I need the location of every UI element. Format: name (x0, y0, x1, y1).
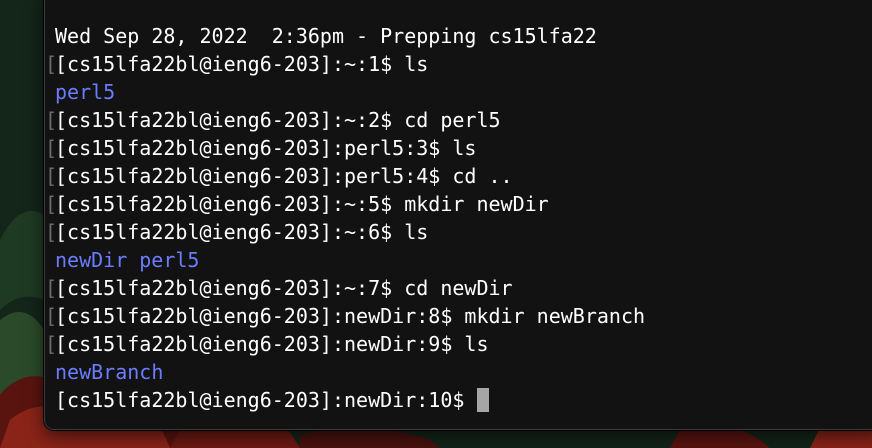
command-text: cd newDir (404, 276, 513, 300)
line-marker: [ (45, 276, 58, 300)
terminal-output-line: perl5 (45, 78, 872, 106)
prompt-text: [cs15lfa22bl@ieng6-203]:newDir:8$ (55, 304, 453, 328)
command-text: ls (404, 220, 429, 244)
line-marker: [ (45, 108, 58, 132)
prompt-text: [cs15lfa22bl@ieng6-203]:perl5:3$ (55, 136, 441, 160)
prompt-text: [cs15lfa22bl@ieng6-203]:newDir:10$ (55, 388, 465, 412)
line-marker: [ (45, 164, 58, 188)
prompt-text: [cs15lfa22bl@ieng6-203]:perl5:4$ (55, 164, 441, 188)
line-marker: [ (45, 332, 58, 356)
terminal-line: [[cs15lfa22bl@ieng6-203]:~:5$ mkdir newD… (45, 190, 872, 218)
terminal-line: [[cs15lfa22bl@ieng6-203]:perl5:3$ ls (45, 134, 872, 162)
line-marker: [ (45, 220, 58, 244)
terminal-line: [[cs15lfa22bl@ieng6-203]:perl5:4$ cd .. (45, 162, 872, 190)
prompt-text: [cs15lfa22bl@ieng6-203]:~:5$ (55, 192, 393, 216)
terminal-line: [[cs15lfa22bl@ieng6-203]:~:7$ cd newDir (45, 274, 872, 302)
prompt-text: [cs15lfa22bl@ieng6-203]:~:2$ (55, 108, 393, 132)
desktop: Wed Sep 28, 2022 2:36pm - Prepping cs15l… (0, 0, 872, 448)
command-text: ls (404, 52, 429, 76)
terminal-output-line: newDir perl5 (45, 246, 872, 274)
line-marker: [ (45, 192, 58, 216)
command-text: cd .. (452, 164, 513, 188)
terminal-output-line: newBranch (45, 358, 872, 386)
directory-entry: perl5 (55, 80, 116, 104)
terminal-line: [[cs15lfa22bl@ieng6-203]:~:1$ ls (45, 50, 872, 78)
command-text: mkdir newBranch (464, 304, 646, 328)
terminal-window[interactable]: Wed Sep 28, 2022 2:36pm - Prepping cs15l… (44, 0, 872, 430)
terminal-line: [[cs15lfa22bl@ieng6-203]:~:2$ cd perl5 (45, 106, 872, 134)
line-marker: [ (45, 136, 58, 160)
prompt-text: [cs15lfa22bl@ieng6-203]:~:6$ (55, 220, 393, 244)
terminal-line: [[cs15lfa22bl@ieng6-203]:newDir:9$ ls (45, 330, 872, 358)
command-text: ls (464, 332, 489, 356)
terminal-line: [[cs15lfa22bl@ieng6-203]:~:6$ ls (45, 218, 872, 246)
terminal-current-line[interactable]: [cs15lfa22bl@ieng6-203]:newDir:10$ (45, 386, 872, 414)
terminal-output[interactable]: Wed Sep 28, 2022 2:36pm - Prepping cs15l… (45, 22, 872, 414)
command-text: cd perl5 (404, 108, 501, 132)
line-marker: [ (45, 52, 58, 76)
terminal-header-line: Wed Sep 28, 2022 2:36pm - Prepping cs15l… (45, 22, 872, 50)
directory-entry: perl5 (139, 248, 200, 272)
directory-entry: newBranch (55, 360, 164, 384)
command-text: ls (452, 136, 477, 160)
line-marker: [ (45, 304, 58, 328)
text-cursor[interactable] (477, 388, 490, 412)
prompt-text: [cs15lfa22bl@ieng6-203]:newDir:9$ (55, 332, 453, 356)
directory-entry: newDir (55, 248, 128, 272)
terminal-line: [[cs15lfa22bl@ieng6-203]:newDir:8$ mkdir… (45, 302, 872, 330)
prompt-text: [cs15lfa22bl@ieng6-203]:~:1$ (55, 52, 393, 76)
command-text: mkdir newDir (404, 192, 549, 216)
header-text: Wed Sep 28, 2022 2:36pm - Prepping cs15l… (55, 24, 597, 48)
prompt-text: [cs15lfa22bl@ieng6-203]:~:7$ (55, 276, 393, 300)
